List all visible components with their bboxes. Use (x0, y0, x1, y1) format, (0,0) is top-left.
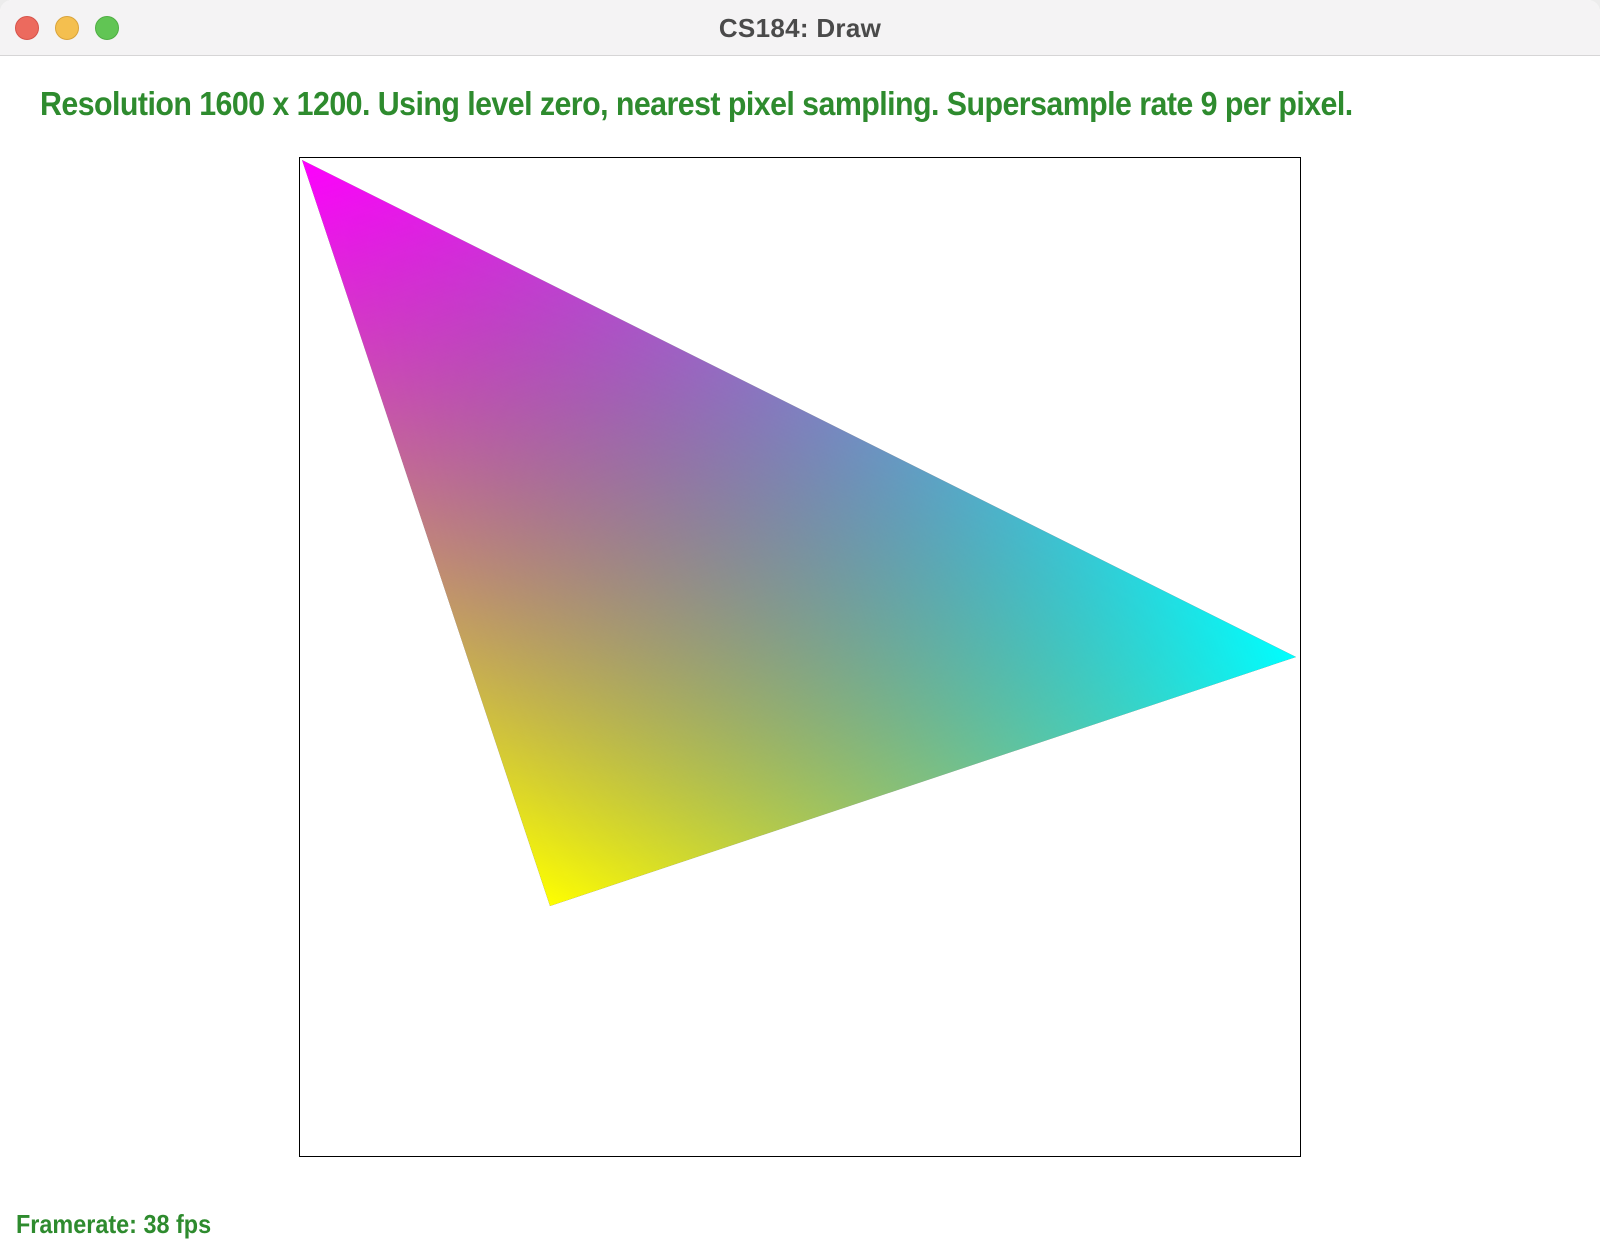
shaded-triangle (302, 160, 1296, 906)
framerate-text: Framerate: 38 fps (16, 1209, 212, 1239)
title-bar[interactable]: CS184: Draw (0, 0, 1600, 56)
app-window: CS184: Draw Resolution 1600 x 1200. Usin… (0, 0, 1600, 1256)
render-status-text: Resolution 1600 x 1200. Using level zero… (40, 85, 1353, 122)
drawing-canvas[interactable] (299, 157, 1301, 1157)
canvas-svg[interactable] (300, 158, 1300, 1156)
triangle-gradient-yellow (302, 160, 1296, 906)
window-title: CS184: Draw (718, 13, 882, 43)
